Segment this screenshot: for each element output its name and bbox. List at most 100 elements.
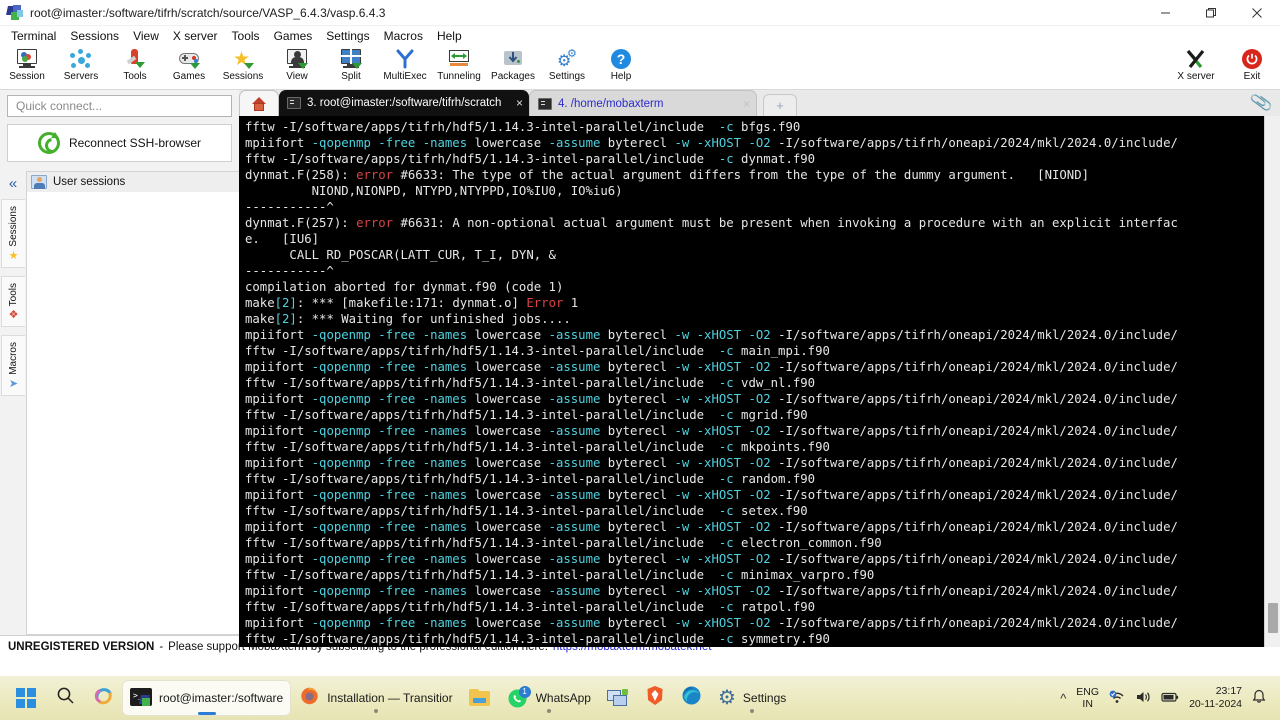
list-item[interactable]: User sessions — [27, 172, 239, 192]
ribbon-button-games[interactable]: Games — [162, 46, 216, 90]
menu-bar: Terminal Sessions View X server Tools Ga… — [0, 26, 1280, 46]
search-button[interactable] — [46, 680, 85, 716]
ribbon-button-multiexec[interactable]: MultiExec — [378, 46, 432, 90]
bell-icon[interactable] — [1252, 689, 1266, 707]
tab-terminal-3[interactable]: 3. root@imaster:/software/tifrh/scratch … — [279, 90, 529, 116]
taskbar-item-firefox[interactable]: Installation — Transitior — [291, 680, 460, 716]
menu-item-games[interactable]: Games — [267, 27, 320, 45]
terminal-text: -I/software/apps/tifrh/oneapi/2024/mkl/2… — [770, 488, 1178, 502]
terminal-text: lowercase — [467, 328, 549, 342]
ribbon-button-packages[interactable]: Packages — [486, 46, 540, 90]
taskbar-item-remote-desktop[interactable] — [599, 680, 637, 716]
taskbar-item-mobaxterm[interactable]: >_ root@imaster:/software — [122, 680, 292, 716]
battery-icon[interactable] — [1161, 691, 1179, 706]
ribbon-button-help[interactable]: ? Help — [594, 46, 648, 90]
terminal-line: NIOND,NIONPD, NTYPD,NTYPPD,IO%IU0, IO%iu… — [245, 183, 1264, 199]
menu-item-macros[interactable]: Macros — [377, 27, 430, 45]
terminal-text: -I/software/apps/tifrh/oneapi/2024/mkl/2… — [770, 616, 1178, 630]
ribbon-button-settings[interactable]: ⚙ ⚙ Settings — [540, 46, 594, 90]
speaker-icon[interactable] — [1135, 690, 1151, 707]
new-tab-button[interactable]: + — [763, 94, 797, 116]
terminal-text: fftw -I/software/apps/tifrh/hdf5/1.14.3-… — [245, 344, 719, 358]
terminal-text: lowercase — [467, 456, 549, 470]
terminal-text: -qopenmp -free -names — [311, 584, 468, 598]
tab-label: 3. root@imaster:/software/tifrh/scratch — [307, 97, 502, 109]
terminal-text: -c — [718, 568, 734, 582]
terminal-text: -w -xHOST -O2 — [674, 456, 771, 470]
chevron-up-icon[interactable]: ^ — [1060, 691, 1066, 706]
terminal-viewport: fftw -I/software/apps/tifrh/hdf5/1.14.3-… — [239, 116, 1280, 647]
terminal-text: lowercase — [467, 392, 549, 406]
chevron-double-left-icon[interactable]: « — [9, 176, 17, 191]
active-indicator — [197, 712, 216, 715]
terminal-scrollbar[interactable] — [1264, 116, 1280, 647]
taskbar-item-label: Settings — [742, 691, 787, 705]
terminal-text: Error — [526, 296, 564, 310]
sidebar-item-label: Macros — [8, 341, 19, 375]
clock[interactable]: 23:17 20-11-2024 — [1189, 685, 1242, 711]
menu-item-help[interactable]: Help — [430, 27, 469, 45]
session-tree-panel[interactable]: User sessions — [26, 171, 239, 635]
sidebar-item-tools[interactable]: Tools ❖ — [1, 275, 25, 327]
paperclip-icon[interactable]: 📎 — [1249, 91, 1274, 115]
taskbar-item-file-explorer[interactable] — [461, 680, 499, 716]
terminal-text: fftw -I/software/apps/tifrh/hdf5/1.14.3-… — [245, 600, 719, 614]
whatsapp-icon: 1 — [507, 685, 531, 709]
menu-item-tools[interactable]: Tools — [225, 27, 267, 45]
taskbar-item-label: WhatsApp — [535, 691, 591, 705]
terminal-output[interactable]: fftw -I/software/apps/tifrh/hdf5/1.14.3-… — [239, 116, 1264, 647]
close-icon[interactable] — [1234, 0, 1280, 26]
ribbon-button-tunneling[interactable]: Tunneling — [432, 46, 486, 90]
scrollbar-thumb[interactable] — [1268, 603, 1278, 633]
terminal-text: -qopenmp -free -names — [311, 488, 468, 502]
menu-item-view[interactable]: View — [126, 27, 166, 45]
home-tab[interactable] — [239, 90, 279, 116]
start-button[interactable] — [6, 680, 46, 716]
taskbar-item-edge[interactable] — [673, 680, 710, 716]
copilot-button[interactable] — [85, 680, 122, 716]
ribbon-button-split[interactable]: Split — [324, 46, 378, 90]
edge-icon — [681, 685, 702, 711]
ribbon-button-tools[interactable]: Tools — [108, 46, 162, 90]
ribbon-button-sessions[interactable]: ★ Sessions — [216, 46, 270, 90]
sidebar-item-sessions[interactable]: Sessions ★ — [1, 199, 25, 268]
taskbar-item-brave[interactable] — [637, 680, 673, 716]
taskbar-item-whatsapp[interactable]: 1 WhatsApp — [499, 680, 599, 716]
language-indicator[interactable]: ENG IN — [1076, 686, 1099, 710]
terminal-text: mpiifort — [245, 360, 312, 374]
minimize-icon[interactable] — [1142, 0, 1188, 26]
ribbon-button-exit[interactable]: Exit — [1224, 46, 1280, 90]
terminal-text: mpiifort — [245, 584, 312, 598]
terminal-text: -I/software/apps/tifrh/oneapi/2024/mkl/2… — [770, 360, 1178, 374]
quick-connect-input[interactable]: Quick connect... — [7, 95, 232, 117]
terminal-text: -assume — [548, 424, 601, 438]
menu-item-sessions[interactable]: Sessions — [63, 27, 126, 45]
games-gamepad-icon — [178, 47, 200, 71]
reconnect-ssh-browser-button[interactable]: Reconnect SSH-browser — [7, 124, 232, 162]
terminal-text: -assume — [548, 488, 601, 502]
ribbon-button-servers[interactable]: Servers — [54, 46, 108, 90]
terminal-text: symmetry.f90 — [733, 632, 830, 646]
terminal-text: byterecl — [600, 456, 675, 470]
tab-terminal-4[interactable]: 4. /home/mobaxterm × — [529, 90, 757, 116]
servers-icon — [70, 47, 92, 71]
ribbon-button-view[interactable]: View — [270, 46, 324, 90]
terminal-text: -qopenmp -free -names — [311, 456, 468, 470]
close-icon[interactable]: × — [510, 96, 523, 110]
terminal-line: dynmat.F(258): error #6633: The type of … — [245, 167, 1264, 183]
taskbar-item-settings[interactable]: ⚙ Settings — [710, 680, 794, 716]
menu-item-terminal[interactable]: Terminal — [4, 27, 63, 45]
menu-item-settings[interactable]: Settings — [319, 27, 376, 45]
sidebar-item-macros[interactable]: Macros ➤ — [1, 334, 25, 396]
ribbon-button-session[interactable]: Session — [0, 46, 54, 90]
maximize-icon[interactable] — [1188, 0, 1234, 26]
file-explorer-icon — [468, 688, 491, 708]
terminal-text: : *** Waiting for unfinished jobs.... — [296, 312, 571, 326]
terminal-text: -assume — [548, 616, 601, 630]
menu-item-x-server[interactable]: X server — [166, 27, 225, 45]
wifi-icon[interactable] — [1109, 690, 1125, 707]
ribbon-button-x-server[interactable]: X server — [1168, 46, 1224, 90]
terminal-text: -w -xHOST -O2 — [674, 424, 771, 438]
terminal-text: ratpol.f90 — [733, 600, 816, 614]
close-icon[interactable]: × — [737, 97, 750, 111]
